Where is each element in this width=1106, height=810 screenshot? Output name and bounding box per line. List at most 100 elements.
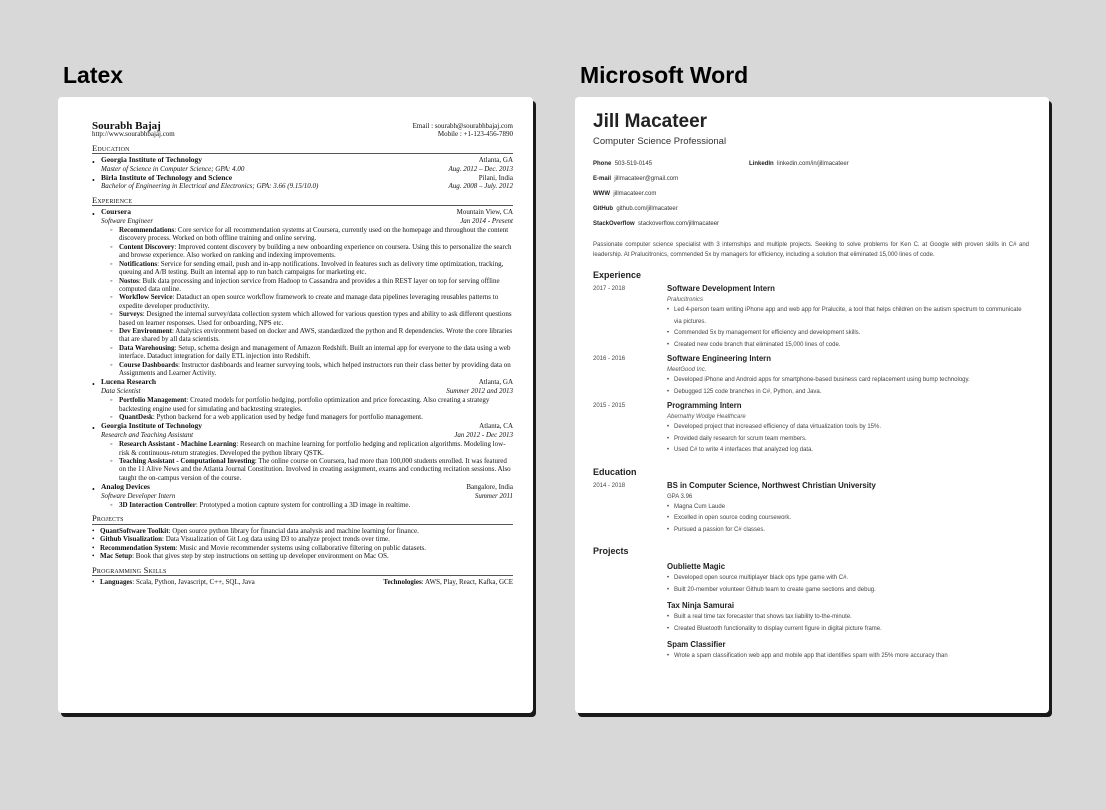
education-bullet: Magna Cum Laude bbox=[667, 502, 1029, 514]
experience-item-title: Nostos bbox=[119, 276, 139, 285]
experience-bullet: Created new code branch that eliminated … bbox=[667, 340, 1029, 352]
experience-item: Teaching Assistant - Computational Inves… bbox=[110, 457, 513, 482]
degree-name: Bachelor of Engineering in Electrical an… bbox=[101, 182, 319, 191]
job-role: Software Developer Intern bbox=[101, 491, 176, 500]
degree-name: BS in Computer Science, Northwest Christ… bbox=[667, 480, 876, 490]
contact-item: StackOverflow stackoverflow.com/jillmaca… bbox=[593, 220, 749, 228]
project-title: Github Visualization bbox=[100, 535, 163, 544]
experience-bullets: Developed project that increased efficie… bbox=[667, 422, 1029, 457]
job-dates: Summer 2011 bbox=[474, 491, 513, 500]
experience-entry-header: Lucena Research Atlanta, GA bbox=[101, 377, 513, 387]
project-bullets: Wrote a spam classification web app and … bbox=[667, 651, 1029, 663]
company-name: Lucena Research bbox=[101, 377, 157, 387]
contact-label: E-mail bbox=[593, 176, 612, 182]
experience-entry-header: Georgia Institute of Technology Atlanta, … bbox=[101, 421, 513, 431]
experience-item: Research Assistant - Machine Learning: R… bbox=[110, 440, 513, 457]
contact-item: Phone 503-519-0145 bbox=[593, 160, 749, 168]
project-item: Github Visualization: Data Visualization… bbox=[92, 535, 513, 544]
experience-item-title: Workflow Service bbox=[119, 293, 173, 302]
gpa-value: GPA 3.96 bbox=[667, 493, 693, 500]
education-entry-header: Birla Institute of Technology and Scienc… bbox=[101, 173, 513, 183]
experience-body: Programming Intern Abernathy Wodge Health… bbox=[667, 401, 1029, 457]
contact-value: github.com/jillmacateer bbox=[616, 206, 678, 212]
project-bullets: Built a real time tax forecaster that sh… bbox=[667, 612, 1029, 635]
education-entry-detail: Bachelor of Engineering in Electrical an… bbox=[101, 182, 513, 190]
project-bullet: Built a real time tax forecaster that sh… bbox=[667, 612, 1029, 624]
experience-items: Recommendations: Core service for all re… bbox=[101, 226, 513, 377]
experience-item-title: Surveys bbox=[119, 310, 143, 319]
project-item: Recommendation System: Music and Movie r… bbox=[92, 544, 513, 553]
experience-item: Nostos: Bulk data processing and injecti… bbox=[110, 276, 513, 294]
contact-item bbox=[749, 220, 1029, 228]
projects-section-title: Projects bbox=[593, 546, 629, 556]
experience-entry: Analog DevicesBangalore, IndiaSoftware D… bbox=[92, 482, 513, 510]
experience-entry: CourseraMountain View, CASoftware Engine… bbox=[92, 207, 513, 377]
project-name: Spam Classifier bbox=[667, 640, 726, 649]
resume-name: Sourabh Bajaj bbox=[92, 120, 161, 132]
job-role: Software Engineering Intern bbox=[667, 354, 771, 363]
project-item: QuantSoftware Toolkit: Open source pytho… bbox=[92, 526, 513, 536]
experience-item-title: Teaching Assistant - Computational Inves… bbox=[119, 457, 255, 466]
institution-name: Birla Institute of Technology and Scienc… bbox=[101, 173, 233, 183]
degree-dates: Aug. 2012 – Dec. 2013 bbox=[448, 164, 513, 173]
experience-items: 3D Interaction Controller: Prototyped a … bbox=[101, 501, 513, 510]
education-bullets: Magna Cum LaudeExcelled in open source c… bbox=[667, 502, 1029, 537]
experience-entry-detail: Data Scientist Summer 2012 and 2013 bbox=[101, 387, 513, 395]
education-section-title: Education bbox=[92, 143, 513, 155]
institution-location: Pilani, India bbox=[478, 174, 513, 183]
experience-entry: 2017 - 2018 Software Development Intern Pr… bbox=[593, 284, 1029, 351]
education-section-title: Education bbox=[593, 466, 637, 477]
experience-item-text: : Improved content discovery by building… bbox=[119, 242, 512, 260]
company-location: Bangalore, India bbox=[466, 483, 513, 492]
education-entry-header: Georgia Institute of Technology Atlanta, … bbox=[101, 155, 513, 164]
experience-bullet: Led 4-person team writing iPhone app and… bbox=[667, 305, 1029, 328]
experience-item: Content Discovery: Improved content disc… bbox=[110, 242, 513, 260]
company-name: Pralucitronics bbox=[667, 297, 704, 303]
experience-body: Software Engineering Intern MeetGood Inc.… bbox=[667, 354, 1029, 398]
project-title: Mac Setup bbox=[100, 552, 133, 561]
experience-items: Portfolio Management: Created models for… bbox=[101, 396, 513, 422]
projects-section-title: Projects bbox=[92, 514, 513, 525]
contact-item: LinkedIn linkedin.com/in/jillmacateer bbox=[749, 160, 1029, 168]
company-name: Georgia Institute of Technology bbox=[101, 421, 203, 431]
project-bullets: Developed open source multiplayer black … bbox=[667, 573, 1029, 596]
experience-item: Surveys: Designed the internal survey/da… bbox=[110, 310, 513, 327]
experience-dates: 2015 - 2015 bbox=[593, 403, 626, 409]
project-text: : Book that gives step by step instructi… bbox=[132, 552, 389, 561]
experience-list: 2017 - 2018 Software Development Intern Pr… bbox=[593, 284, 1029, 457]
degree-name: Master of Science in Computer Science; G… bbox=[101, 164, 245, 173]
experience-item: QuantDesk: Python backend for a web appl… bbox=[110, 413, 513, 422]
contact-value: jillmacateer@gmail.com bbox=[614, 176, 679, 182]
job-role: Software Engineer bbox=[101, 216, 154, 225]
project-text: : Data Visualization of Git Log data usi… bbox=[162, 535, 390, 544]
experience-item-title: Recommendations bbox=[119, 226, 175, 235]
experience-item-text: : Service for sending email, push and in… bbox=[119, 259, 504, 277]
experience-item-text: : Designed the internal survey/data coll… bbox=[119, 310, 512, 327]
project-name: Tax Ninja Samurai bbox=[667, 601, 735, 610]
latex-heading: Latex bbox=[63, 62, 124, 88]
experience-entry: 2015 - 2015 Programming Intern Abernathy W… bbox=[593, 401, 1029, 457]
experience-item-text: : Analytics environment based on docker … bbox=[119, 326, 513, 344]
experience-item-text: : Core service for all recommendation sy… bbox=[119, 226, 509, 243]
experience-section-title: Experience bbox=[92, 195, 513, 207]
contact-value: stackoverflow.com/jillmacateer bbox=[638, 221, 720, 227]
experience-item-title: Data Warehousing bbox=[119, 343, 175, 352]
project-text: : Open source python library for financi… bbox=[168, 526, 419, 535]
experience-item-text: : Dataduct an open source workflow frame… bbox=[119, 293, 499, 310]
experience-entry: Lucena ResearchAtlanta, GAData Scientist… bbox=[92, 377, 513, 422]
experience-item-title: Research Assistant - Machine Learning bbox=[119, 440, 237, 449]
experience-item: Portfolio Management: Created models for… bbox=[110, 396, 513, 413]
contact-label: LinkedIn bbox=[749, 161, 774, 167]
resume-email: Email : sourabh@sourabhbajaj.com bbox=[412, 122, 513, 130]
job-dates: Summer 2012 and 2013 bbox=[446, 386, 513, 395]
contact-value: linkedin.com/in/jillmacateer bbox=[777, 161, 849, 167]
experience-entry-detail: Software Developer Intern Summer 2011 bbox=[101, 492, 513, 500]
skills-section-title: Programming Skills bbox=[92, 565, 513, 576]
company-name: Analog Devices bbox=[101, 482, 150, 492]
skills-row: • Languages: Scala, Python, Javascript, … bbox=[92, 577, 513, 586]
education-entry: Georgia Institute of Technology Atlanta, … bbox=[92, 155, 513, 173]
experience-item-title: Notifications bbox=[119, 259, 158, 268]
experience-item-text: : Prototyped a motion capture system for… bbox=[195, 501, 411, 510]
experience-item-title: Portfolio Management bbox=[119, 396, 187, 405]
company-name: MeetGood Inc. bbox=[667, 367, 707, 373]
